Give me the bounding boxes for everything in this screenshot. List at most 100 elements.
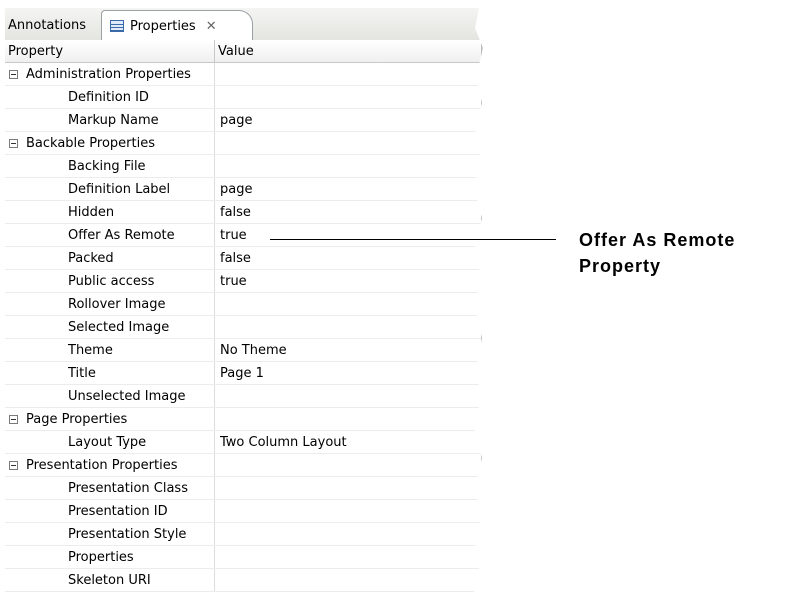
callout-leader-line bbox=[270, 239, 556, 240]
property-cell[interactable]: Presentation Class bbox=[5, 477, 215, 499]
callout-line2: Property bbox=[579, 256, 662, 276]
property-name: Hidden bbox=[68, 204, 115, 220]
value-cell[interactable]: Two Column Layout bbox=[215, 431, 481, 453]
tab-properties[interactable]: Properties ✕ bbox=[101, 10, 253, 41]
property-cell[interactable]: Skeleton URI bbox=[5, 569, 215, 591]
property-name: Public access bbox=[68, 273, 155, 289]
property-name: Offer As Remote bbox=[68, 227, 175, 243]
value-cell[interactable]: true bbox=[215, 224, 481, 246]
table-row[interactable]: Offer As Remote true bbox=[5, 224, 481, 247]
table-row[interactable]: Skeleton URI bbox=[5, 569, 481, 592]
collapse-icon[interactable] bbox=[9, 414, 18, 424]
table-row[interactable]: Rollover Image bbox=[5, 293, 481, 316]
category-row[interactable]: Administration Properties bbox=[5, 63, 481, 86]
property-name: Title bbox=[68, 365, 96, 381]
properties-table-icon bbox=[110, 20, 124, 32]
table-row[interactable]: Markup Name page bbox=[5, 109, 481, 132]
value-cell[interactable] bbox=[215, 408, 481, 430]
property-cell[interactable]: Backable Properties bbox=[5, 132, 215, 154]
property-cell[interactable]: Definition Label bbox=[5, 178, 215, 200]
close-icon[interactable]: ✕ bbox=[206, 19, 217, 34]
table-row[interactable]: Layout Type Two Column Layout bbox=[5, 431, 481, 454]
column-header-property[interactable]: Property bbox=[5, 40, 215, 62]
collapse-icon[interactable] bbox=[9, 460, 18, 470]
value-cell[interactable] bbox=[215, 63, 481, 85]
category-row[interactable]: Presentation Properties bbox=[5, 454, 481, 477]
tab-annotations[interactable]: Annotations bbox=[5, 10, 101, 40]
table-row[interactable]: Packed false bbox=[5, 247, 481, 270]
collapse-icon[interactable] bbox=[9, 69, 18, 79]
table-row[interactable]: Properties bbox=[5, 546, 481, 569]
property-name: Definition Label bbox=[68, 181, 171, 197]
value-cell[interactable] bbox=[215, 454, 481, 476]
table-row[interactable]: Hidden false bbox=[5, 201, 481, 224]
value-cell[interactable]: false bbox=[215, 201, 481, 223]
table-row[interactable]: Presentation Class bbox=[5, 477, 481, 500]
property-cell[interactable]: Packed bbox=[5, 247, 215, 269]
property-cell[interactable]: Definition ID bbox=[5, 86, 215, 108]
property-cell[interactable]: Page Properties bbox=[5, 408, 215, 430]
value-cell[interactable] bbox=[215, 523, 481, 545]
table-row[interactable]: Backing File bbox=[5, 155, 481, 178]
property-name: Rollover Image bbox=[68, 296, 166, 312]
value-cell[interactable] bbox=[215, 293, 481, 315]
table-row[interactable]: Theme No Theme bbox=[5, 339, 481, 362]
property-cell[interactable]: Offer As Remote bbox=[5, 224, 215, 246]
property-name: Administration Properties bbox=[26, 66, 191, 82]
table-row[interactable]: Presentation ID bbox=[5, 500, 481, 523]
property-name: Presentation Properties bbox=[26, 457, 178, 473]
property-name: Page Properties bbox=[26, 411, 128, 427]
property-cell[interactable]: Selected Image bbox=[5, 316, 215, 338]
value-cell[interactable] bbox=[215, 86, 481, 108]
property-name: Unselected Image bbox=[68, 388, 186, 404]
property-rows: Administration Properties Definition ID Ma… bbox=[5, 63, 481, 592]
property-cell[interactable]: Title bbox=[5, 362, 215, 384]
tab-properties-label: Properties bbox=[130, 18, 196, 34]
value-cell[interactable]: No Theme bbox=[215, 339, 481, 361]
property-cell[interactable]: Presentation ID bbox=[5, 500, 215, 522]
value-cell[interactable]: page bbox=[215, 178, 481, 200]
properties-panel: Annotations Properties ✕ Property Value … bbox=[5, 8, 481, 600]
table-row[interactable]: Unselected Image bbox=[5, 385, 481, 408]
property-cell[interactable]: Hidden bbox=[5, 201, 215, 223]
value-cell[interactable] bbox=[215, 477, 481, 499]
property-cell[interactable]: Unselected Image bbox=[5, 385, 215, 407]
table-row[interactable]: Selected Image bbox=[5, 316, 481, 339]
value-cell[interactable]: page bbox=[215, 109, 481, 131]
value-cell[interactable] bbox=[215, 569, 481, 591]
table-row[interactable]: Definition ID bbox=[5, 86, 481, 109]
property-cell[interactable]: Properties bbox=[5, 546, 215, 568]
category-row[interactable]: Page Properties bbox=[5, 408, 481, 431]
property-name: Skeleton URI bbox=[68, 572, 151, 588]
property-cell[interactable]: Layout Type bbox=[5, 431, 215, 453]
property-cell[interactable]: Public access bbox=[5, 270, 215, 292]
value-cell[interactable] bbox=[215, 500, 481, 522]
property-name: Definition ID bbox=[68, 89, 149, 105]
value-cell[interactable] bbox=[215, 546, 481, 568]
column-header-value[interactable]: Value bbox=[215, 40, 254, 62]
property-cell[interactable]: Administration Properties bbox=[5, 63, 215, 85]
table-row[interactable]: Definition Label page bbox=[5, 178, 481, 201]
category-row[interactable]: Backable Properties bbox=[5, 132, 481, 155]
property-cell[interactable]: Rollover Image bbox=[5, 293, 215, 315]
property-cell[interactable]: Backing File bbox=[5, 155, 215, 177]
value-cell[interactable]: Page 1 bbox=[215, 362, 481, 384]
table-row[interactable]: Title Page 1 bbox=[5, 362, 481, 385]
value-cell[interactable]: false bbox=[215, 247, 481, 269]
property-name: Backable Properties bbox=[26, 135, 155, 151]
property-name: Properties bbox=[68, 549, 134, 565]
property-cell[interactable]: Presentation Properties bbox=[5, 454, 215, 476]
callout-line1: Offer As Remote bbox=[579, 230, 736, 250]
collapse-icon[interactable] bbox=[9, 138, 18, 148]
value-cell[interactable]: true bbox=[215, 270, 481, 292]
value-cell[interactable] bbox=[215, 132, 481, 154]
property-cell[interactable]: Markup Name bbox=[5, 109, 215, 131]
table-row[interactable]: Public access true bbox=[5, 270, 481, 293]
property-name: Backing File bbox=[68, 158, 146, 174]
value-cell[interactable] bbox=[215, 385, 481, 407]
property-cell[interactable]: Presentation Style bbox=[5, 523, 215, 545]
table-row[interactable]: Presentation Style bbox=[5, 523, 481, 546]
value-cell[interactable] bbox=[215, 155, 481, 177]
property-cell[interactable]: Theme bbox=[5, 339, 215, 361]
value-cell[interactable] bbox=[215, 316, 481, 338]
